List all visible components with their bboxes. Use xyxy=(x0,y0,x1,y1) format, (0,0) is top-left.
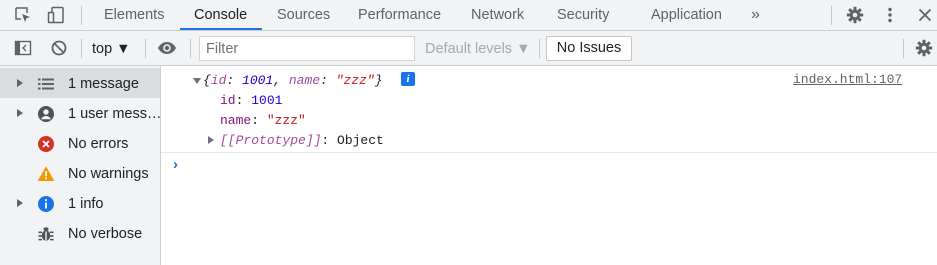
object-property-name: name: "zzz" xyxy=(220,112,306,130)
object-preview[interactable]: {id: 1001, name: "zzz"} xyxy=(203,72,383,90)
expand-arrow-icon[interactable] xyxy=(17,109,23,117)
live-expression-eye-icon[interactable] xyxy=(157,38,177,58)
show-sidebar-icon[interactable] xyxy=(13,38,33,58)
list-icon xyxy=(37,75,55,93)
property-sep: : xyxy=(251,113,267,128)
collapse-object-arrow-icon[interactable] xyxy=(193,78,201,84)
value-evaluated-info-icon[interactable]: i xyxy=(401,72,415,86)
console-output: {id: 1001, name: "zzz"} i index.html:107… xyxy=(161,66,937,265)
sidebar-item-warnings[interactable]: No warnings xyxy=(0,158,160,188)
property-key: name xyxy=(220,113,252,128)
toolbar-separator xyxy=(145,39,146,58)
object-prototype[interactable]: [[Prototype]]: Object xyxy=(220,132,384,150)
issues-button[interactable]: No Issues xyxy=(546,36,632,61)
tab-sources[interactable]: Sources xyxy=(277,0,330,31)
preview-sep: : xyxy=(320,73,336,88)
sidebar-item-messages[interactable]: 1 message xyxy=(0,68,160,98)
property-key: id xyxy=(220,93,236,108)
preview-brace: { xyxy=(203,73,211,88)
info-icon xyxy=(37,195,55,213)
console-message: {id: 1001, name: "zzz"} i index.html:107… xyxy=(161,66,937,153)
sidebar-item-label: No errors xyxy=(68,136,129,152)
inspect-element-icon[interactable] xyxy=(13,5,33,25)
device-toggle-icon[interactable] xyxy=(46,5,66,25)
user-icon xyxy=(37,105,55,123)
expand-prototype-arrow-icon[interactable] xyxy=(208,136,214,144)
close-icon[interactable] xyxy=(915,5,935,25)
sidebar-item-label: 1 user mess… xyxy=(68,106,160,122)
sidebar-item-info[interactable]: 1 info xyxy=(0,188,160,218)
tab-network[interactable]: Network xyxy=(471,0,524,31)
tab-application[interactable]: Application xyxy=(651,0,722,31)
toolbar-separator xyxy=(81,39,82,58)
prototype-key: [[Prototype]] xyxy=(220,133,322,148)
preview-key-id: id xyxy=(210,73,227,88)
filter-input[interactable] xyxy=(199,36,415,61)
settings-icon[interactable] xyxy=(845,5,865,25)
tab-bar-separator xyxy=(831,6,832,25)
preview-value-name: "zzz" xyxy=(335,73,375,88)
bug-icon xyxy=(37,225,55,243)
tab-elements[interactable]: Elements xyxy=(104,0,164,31)
more-options-icon[interactable] xyxy=(880,5,900,25)
toolbar-separator xyxy=(903,39,904,58)
error-icon xyxy=(37,135,55,153)
context-selector[interactable]: top ▼ xyxy=(92,39,131,59)
warning-icon xyxy=(37,165,55,183)
tab-bar-separator xyxy=(81,6,82,25)
object-property-id: id: 1001 xyxy=(220,92,282,110)
property-value: "zzz" xyxy=(266,113,306,128)
console-sidebar: 1 message 1 user mess… No errors No warn… xyxy=(0,66,161,265)
devtools-tab-bar: Elements Console Sources Performance Net… xyxy=(0,0,937,31)
toolbar-separator xyxy=(190,39,191,58)
sidebar-item-label: 1 message xyxy=(68,76,139,92)
clear-console-icon[interactable] xyxy=(49,38,69,58)
prototype-value: Object xyxy=(337,133,384,148)
sidebar-item-verbose[interactable]: No verbose xyxy=(0,218,160,248)
preview-sep: , xyxy=(273,73,289,88)
property-sep: : xyxy=(321,133,338,148)
sidebar-item-label: No warnings xyxy=(68,166,149,182)
sidebar-item-user-messages[interactable]: 1 user mess… xyxy=(0,98,160,128)
console-toolbar: top ▼ Default levels ▼ No Issues xyxy=(0,31,937,66)
toolbar-separator xyxy=(539,39,540,58)
preview-key-name: name xyxy=(288,73,321,88)
log-levels-dropdown[interactable]: Default levels ▼ xyxy=(425,39,530,59)
active-tab-indicator xyxy=(180,28,262,30)
expand-arrow-icon[interactable] xyxy=(17,199,23,207)
tab-console[interactable]: Console xyxy=(194,0,247,31)
preview-value-id: 1001 xyxy=(242,73,274,88)
preview-brace: } xyxy=(374,73,383,88)
console-prompt-icon[interactable]: › xyxy=(173,156,178,173)
console-settings-icon[interactable] xyxy=(914,38,934,58)
expand-arrow-icon[interactable] xyxy=(17,79,23,87)
property-value: 1001 xyxy=(251,93,283,108)
more-tabs-button[interactable]: » xyxy=(751,0,760,31)
tab-performance[interactable]: Performance xyxy=(358,0,441,31)
source-link[interactable]: index.html:107 xyxy=(793,72,902,87)
sidebar-item-errors[interactable]: No errors xyxy=(0,128,160,158)
tab-security[interactable]: Security xyxy=(557,0,609,31)
sidebar-item-label: 1 info xyxy=(68,196,104,212)
sidebar-item-label: No verbose xyxy=(68,226,143,242)
preview-sep: : xyxy=(226,73,243,88)
property-sep: : xyxy=(235,93,252,108)
